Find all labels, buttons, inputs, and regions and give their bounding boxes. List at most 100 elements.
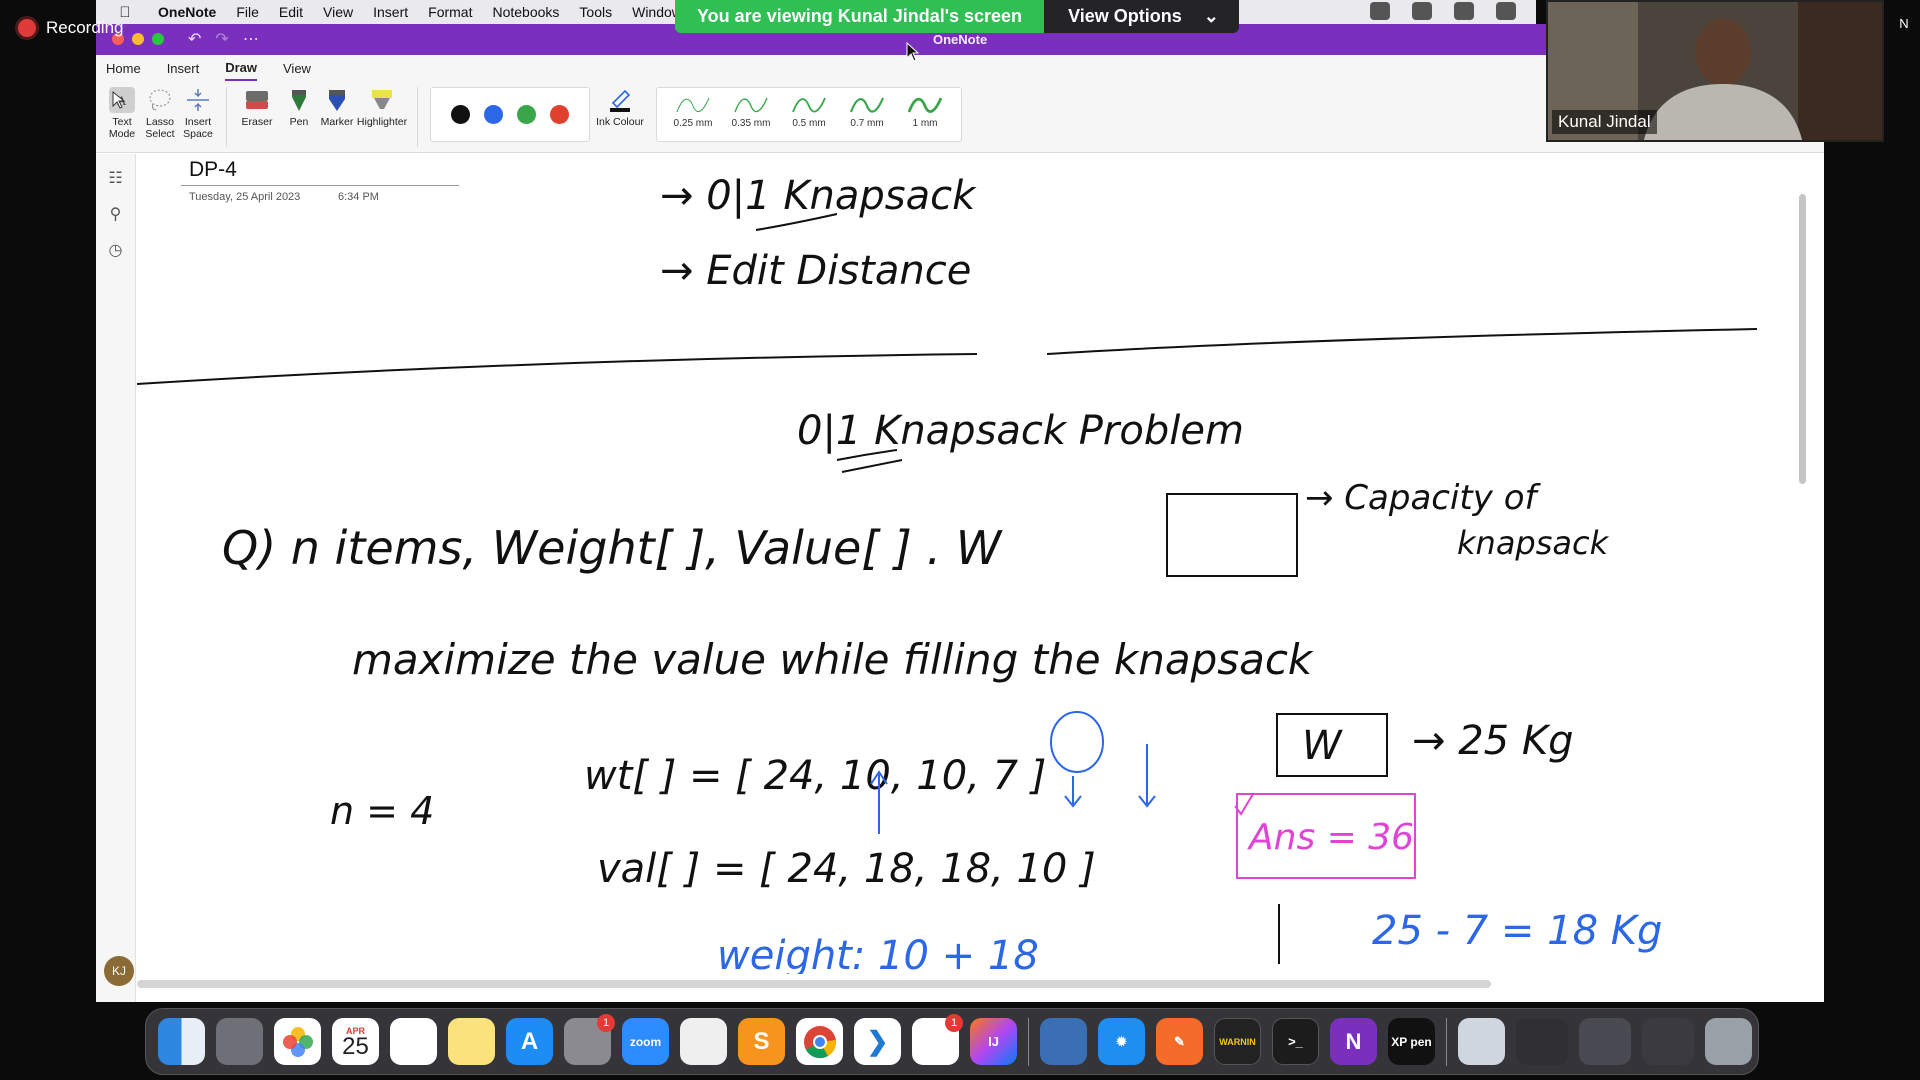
slack-icon[interactable]: 1 — [912, 1014, 963, 1065]
downloads-stack-icon[interactable] — [1458, 1018, 1505, 1065]
globe-status-icon[interactable] — [1454, 2, 1474, 20]
calendar-icon[interactable]: APR 25 — [332, 1018, 379, 1065]
menu-app-name[interactable]: OneNote — [158, 4, 216, 20]
settings-badge: 1 — [597, 1014, 615, 1032]
menu-notebooks[interactable]: Notebooks — [492, 4, 559, 20]
vertical-scrollbar[interactable] — [1799, 194, 1806, 484]
trash-icon[interactable] — [1705, 1018, 1752, 1065]
launchpad-icon[interactable] — [216, 1018, 263, 1065]
video-side-icon[interactable]: N — [1886, 16, 1920, 31]
tab-home[interactable]: Home — [106, 57, 141, 80]
menu-file[interactable]: File — [236, 4, 259, 20]
squiggle-icon — [849, 97, 885, 113]
sublime-text-icon[interactable]: S — [738, 1018, 785, 1065]
photos-icon[interactable] — [274, 1018, 321, 1065]
search-icon[interactable]: ⚲ — [106, 204, 126, 224]
minimized-window-thumbnail[interactable] — [1579, 1018, 1631, 1065]
battery-status-icon[interactable] — [1496, 2, 1516, 20]
wireshark-icon[interactable] — [1040, 1018, 1087, 1065]
lasso-label: Lasso Select — [145, 116, 175, 140]
notes-icon[interactable] — [448, 1018, 495, 1065]
menu-view[interactable]: View — [323, 4, 353, 20]
zoom-window-icon[interactable] — [152, 33, 164, 45]
recent-clock-icon[interactable]: ◷ — [106, 240, 126, 260]
ink-color-black[interactable] — [451, 105, 470, 124]
thickness-option[interactable]: 0.7 mm — [845, 92, 889, 129]
participant-name: Kunal Jindal — [1552, 110, 1657, 134]
chrome-logo-icon — [803, 1025, 836, 1058]
insert-space-icon — [187, 89, 209, 111]
zoom-icon[interactable]: zoom — [622, 1018, 669, 1065]
ink-circle — [1050, 711, 1104, 773]
pen-app-icon[interactable]: ✎ — [1156, 1018, 1203, 1065]
minimized-window-thumbnail[interactable] — [1642, 1018, 1694, 1065]
ink-arrow — [1064, 776, 1082, 808]
menu-format[interactable]: Format — [428, 4, 472, 20]
menu-edit[interactable]: Edit — [279, 4, 303, 20]
marker-label: Marker — [320, 116, 354, 128]
ink-canvas[interactable]: → 0|1 Knapsack → Edit Distance 0|1 Knaps… — [137, 154, 1797, 974]
ink-color-blue[interactable] — [484, 105, 503, 124]
note-page[interactable]: DP-4 Tuesday, 25 April 2023 6:34 PM → 0|… — [137, 154, 1808, 988]
minimized-window-thumbnail[interactable] — [1516, 1018, 1568, 1065]
squiggle-icon — [792, 97, 826, 113]
ink-calc-line: 25 - 7 = 18 Kg — [1372, 908, 1662, 954]
highlighter-icon — [372, 90, 392, 109]
settings-icon[interactable]: 1 — [564, 1014, 615, 1065]
minimize-window-icon[interactable] — [132, 33, 144, 45]
tab-view[interactable]: View — [283, 57, 311, 80]
text-mode-button[interactable]: A Text Mode — [104, 87, 140, 140]
more-icon[interactable]: ⋯ — [243, 29, 259, 49]
squiggle-icon — [907, 97, 943, 113]
marker-icon — [329, 90, 345, 111]
ink-wt-array: wt[ ] = [ 24, 10, 10, 7 ] — [584, 753, 1046, 799]
ink-color-palette — [430, 87, 590, 142]
notebooks-icon[interactable]: ☷ — [106, 168, 126, 188]
menu-insert[interactable]: Insert — [373, 4, 408, 20]
dock-separator — [1028, 1017, 1029, 1066]
ink-colour-button[interactable]: Ink Colour — [596, 87, 644, 128]
reminders-icon[interactable] — [390, 1018, 437, 1065]
chrome-icon[interactable] — [796, 1018, 843, 1065]
console-icon[interactable]: WARNIN — [1214, 1018, 1261, 1065]
thickness-option[interactable]: 1 mm — [903, 92, 947, 129]
ink-n: n = 4 — [330, 789, 434, 833]
lasso-select-button[interactable]: Lasso Select — [142, 87, 178, 140]
participant-video[interactable]: Kunal Jindal — [1546, 0, 1884, 142]
text-mode-label: Text Mode — [108, 116, 136, 140]
thickness-option[interactable]: 0.5 mm — [787, 92, 831, 129]
marker-button[interactable]: Marker — [319, 87, 355, 128]
xppen-status-icon[interactable] — [1370, 2, 1390, 20]
horizontal-scrollbar[interactable] — [137, 980, 1491, 988]
thickness-option[interactable]: 0.35 mm — [729, 92, 773, 129]
recording-indicator[interactable]: Recording — [18, 18, 124, 38]
ink-w-label: W — [1302, 723, 1343, 769]
thickness-option[interactable]: 0.25 mm — [671, 92, 715, 129]
onenote-window: ↶ ↷ ⋯ OneNote Home Insert Draw View A Te… — [96, 24, 1824, 1002]
shield-status-icon[interactable] — [1412, 2, 1432, 20]
pen-button[interactable]: Pen — [281, 87, 317, 128]
intellij-icon[interactable]: IJ — [970, 1018, 1017, 1065]
insert-space-button[interactable]: Insert Space — [180, 87, 216, 140]
onenote-icon[interactable]: N — [1330, 1018, 1377, 1065]
redo-icon[interactable]: ↷ — [215, 29, 228, 49]
tab-insert[interactable]: Insert — [167, 57, 200, 80]
ink-color-green[interactable] — [517, 105, 536, 124]
highlighter-button[interactable]: Highlighter — [357, 87, 407, 128]
photo-editor-icon[interactable] — [680, 1018, 727, 1065]
finder-icon[interactable] — [158, 1018, 205, 1065]
menu-tools[interactable]: Tools — [579, 4, 612, 20]
app-store-icon[interactable]: A — [506, 1018, 553, 1065]
ink-divider — [137, 353, 978, 385]
eraser-button[interactable]: Eraser — [235, 87, 279, 128]
safari-icon[interactable]: ✹ — [1098, 1018, 1145, 1065]
view-options-button[interactable]: View Options ⌄ — [1044, 0, 1239, 33]
screen-share-banner: You are viewing Kunal Jindal's screen Vi… — [675, 0, 1239, 33]
xp-pen-icon[interactable]: XP pen — [1388, 1018, 1435, 1065]
undo-icon[interactable]: ↶ — [188, 29, 201, 49]
vscode-icon[interactable]: ❯ — [854, 1018, 901, 1065]
avatar[interactable]: KJ — [104, 956, 134, 986]
tab-draw[interactable]: Draw — [225, 56, 257, 81]
ink-color-red[interactable] — [550, 105, 569, 124]
terminal-icon[interactable]: >_ — [1272, 1018, 1319, 1065]
